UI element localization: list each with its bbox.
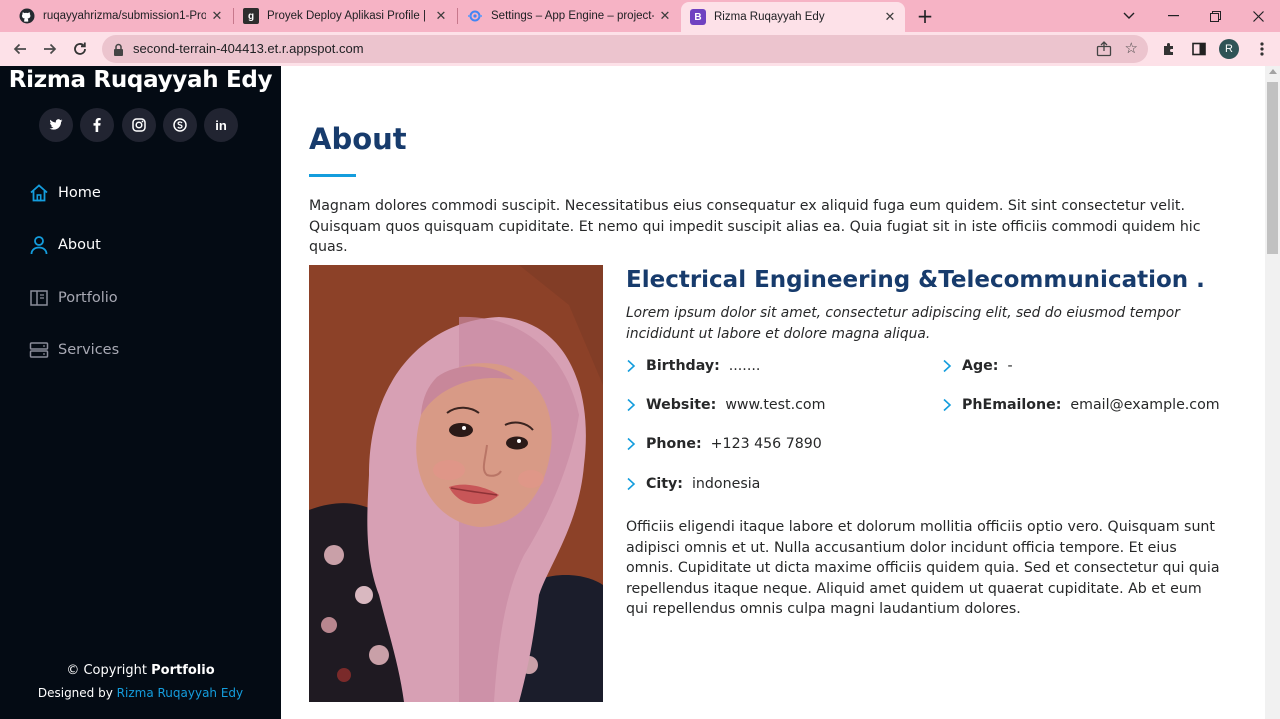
info-value: www.test.com: [725, 397, 826, 413]
sidebar-item-label: Home: [58, 185, 101, 201]
chevron-right-icon: [942, 359, 956, 373]
chevron-right-icon: [626, 437, 640, 451]
back-button[interactable]: [8, 37, 32, 61]
info-label: Age:: [962, 358, 999, 374]
forward-button[interactable]: [38, 37, 62, 61]
tab-proyek[interactable]: g Proyek Deploy Aplikasi Profile | ✕: [234, 0, 456, 32]
sidebar-item-home[interactable]: Home: [28, 178, 101, 208]
tab-title: ruqayyahrizma/submission1-Pro: [43, 10, 206, 22]
title-underline: [309, 174, 356, 177]
info-value: +123 456 7890: [710, 436, 822, 452]
facebook-icon[interactable]: [80, 108, 114, 142]
linkedin-icon[interactable]: in: [204, 108, 238, 142]
info-value: email@example.com: [1070, 397, 1220, 413]
copyright-prefix: © Copyright: [66, 663, 147, 678]
credits: Designed by Rizma Ruqayyah Edy: [0, 686, 281, 700]
extensions-icon[interactable]: [1157, 37, 1181, 61]
sidebar: Rizma Ruqayyah Edy in Home About Portfol…: [0, 66, 281, 719]
user-icon: [28, 234, 50, 256]
about-heading: Electrical Engineering &Telecommunicatio…: [626, 267, 1205, 293]
tab-github[interactable]: ruqayyahrizma/submission1-Pro ✕: [10, 0, 232, 32]
chevron-right-icon: [626, 477, 640, 491]
close-window-button[interactable]: [1236, 0, 1280, 32]
info-label: Phone:: [646, 436, 702, 452]
sidebar-item-label: Portfolio: [58, 290, 118, 306]
credits-prefix: Designed by: [37, 686, 113, 700]
tab-search-button[interactable]: [1107, 0, 1151, 32]
side-panel-icon[interactable]: [1187, 37, 1211, 61]
profile-avatar[interactable]: R: [1219, 39, 1239, 59]
tab-title: Settings – App Engine – project-: [491, 10, 654, 22]
info-age: Age: -: [942, 358, 1013, 374]
site-name[interactable]: Rizma Ruqayyah Edy: [0, 66, 281, 94]
info-label: Birthday:: [646, 358, 720, 374]
sidebar-item-label: Services: [58, 342, 120, 358]
url-text: second-terrain-404413.et.r.appspot.com: [133, 41, 364, 56]
address-bar[interactable]: second-terrain-404413.et.r.appspot.com ☆: [102, 35, 1148, 63]
credits-link[interactable]: Rizma Ruqayyah Edy: [117, 686, 243, 700]
tab-title: Rizma Ruqayyah Edy: [714, 11, 825, 23]
chevron-right-icon: [626, 398, 640, 412]
section-title: About: [309, 122, 407, 156]
copyright-name: Portfolio: [151, 663, 215, 678]
sidebar-item-portfolio[interactable]: Portfolio: [28, 283, 118, 313]
info-value: -: [1007, 358, 1013, 374]
tab-strip: ruqayyahrizma/submission1-Pro ✕ g Proyek…: [0, 0, 1280, 32]
new-tab-button[interactable]: +: [913, 4, 937, 28]
info-label: PhEmailone:: [962, 397, 1062, 413]
restore-button[interactable]: [1193, 0, 1237, 32]
chevron-right-icon: [942, 398, 956, 412]
twitter-icon[interactable]: [39, 108, 73, 142]
book-icon: [28, 287, 50, 309]
bootstrap-icon: B: [690, 9, 706, 25]
main-content: About Magnam dolores commodi suscipit. N…: [281, 66, 1265, 719]
copyright: © Copyright Portfolio: [0, 663, 281, 678]
profile-photo: [309, 265, 603, 702]
sidebar-item-about[interactable]: About: [28, 230, 101, 260]
g-icon: g: [243, 8, 259, 24]
chevron-right-icon: [626, 359, 640, 373]
tab-active[interactable]: B Rizma Ruqayyah Edy ✕: [681, 2, 905, 32]
close-icon[interactable]: ✕: [879, 9, 901, 25]
instagram-icon[interactable]: [122, 108, 156, 142]
home-icon: [28, 182, 50, 204]
close-icon[interactable]: ✕: [206, 8, 228, 24]
info-label: City:: [646, 476, 683, 492]
close-icon[interactable]: ✕: [654, 8, 676, 24]
info-value: indonesia: [691, 476, 761, 492]
close-icon[interactable]: ✕: [430, 8, 452, 24]
share-icon[interactable]: [1096, 41, 1112, 61]
minimize-button[interactable]: [1151, 0, 1195, 32]
about-lead: Lorem ipsum dolor sit amet, consectetur …: [626, 305, 1180, 342]
info-label: Website:: [646, 397, 717, 413]
skype-icon[interactable]: [163, 108, 197, 142]
app-engine-icon: [467, 8, 483, 24]
info-website: Website: www.test.com: [626, 397, 825, 413]
browser-toolbar: second-terrain-404413.et.r.appspot.com ☆…: [0, 32, 1280, 66]
tab-title: Proyek Deploy Aplikasi Profile |: [267, 10, 426, 22]
about-content: Electrical Engineering &Telecommunicatio…: [626, 265, 1241, 344]
info-value: .......: [728, 358, 761, 374]
scroll-thumb[interactable]: [1267, 82, 1278, 254]
about-intro: Magnam dolores commodi suscipit. Necessi…: [309, 198, 1201, 255]
github-icon: [19, 8, 35, 24]
tab-settings[interactable]: Settings – App Engine – project- ✕: [458, 0, 680, 32]
sidebar-item-services[interactable]: Services: [28, 335, 119, 365]
lock-icon: [113, 42, 124, 61]
bookmark-star-icon[interactable]: ☆: [1125, 40, 1138, 56]
browser-window: ruqayyahrizma/submission1-Pro ✕ g Proyek…: [0, 0, 1280, 719]
browser-menu-icon[interactable]: [1250, 37, 1274, 61]
info-phone: Phone: +123 456 7890: [626, 436, 822, 452]
page-viewport: Rizma Ruqayyah Edy in Home About Portfol…: [0, 66, 1280, 719]
info-email: PhEmailone: email@example.com: [942, 397, 1220, 413]
reload-button[interactable]: [68, 37, 92, 61]
sidebar-item-label: About: [58, 237, 101, 253]
server-icon: [28, 339, 50, 361]
scroll-up-arrow-icon[interactable]: [1269, 69, 1277, 74]
info-city: City: indonesia: [626, 476, 760, 492]
about-outro: Officiis eligendi itaque labore et dolor…: [626, 519, 1220, 618]
info-birthday: Birthday: .......: [626, 358, 760, 374]
page-scrollbar[interactable]: [1265, 66, 1280, 719]
